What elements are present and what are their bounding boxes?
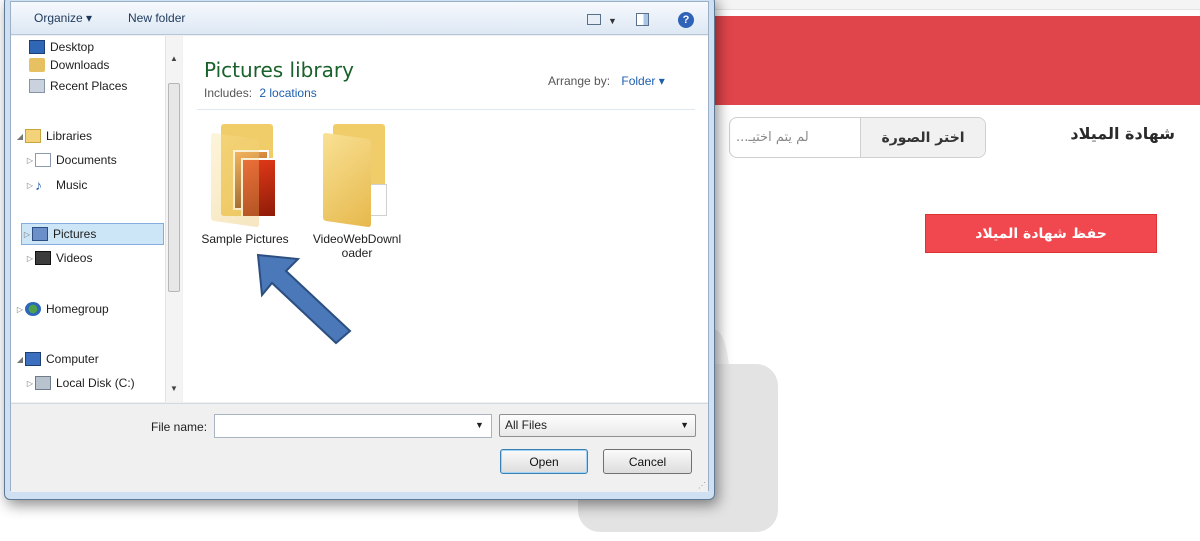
nav-label: Pictures: [53, 227, 97, 241]
nav-item-downloads[interactable]: Downloads: [29, 54, 109, 76]
computer-icon: [25, 352, 41, 366]
downloads-icon: [29, 58, 45, 72]
videos-icon: [35, 251, 51, 265]
birth-certificate-label: شهادة الميلاد: [1070, 124, 1175, 143]
preview-pane-icon[interactable]: [636, 13, 649, 26]
folder-label: Sample Pictures: [201, 232, 289, 246]
collapsed-arrow-icon[interactable]: ▷: [25, 379, 35, 388]
dialog-footer: File name: ▼ All Files ▼ Open Cancel ⋰: [11, 403, 708, 492]
pictures-icon: [32, 227, 48, 241]
file-type-value: All Files: [505, 418, 548, 432]
folder-label-line1: VideoWebDownl: [312, 232, 402, 246]
folder-video-web-downloader[interactable]: VideoWebDownl oader: [307, 122, 407, 260]
scroll-down-icon[interactable]: ▼: [170, 384, 178, 393]
file-name-input[interactable]: [214, 414, 492, 438]
header-divider: [197, 109, 695, 110]
dialog-toolbar: Organize ▾ New folder ▼ ?: [11, 2, 708, 35]
views-dropdown-icon[interactable]: ▼: [608, 13, 617, 29]
nav-item-pictures[interactable]: ▷ Pictures: [21, 223, 164, 245]
open-button[interactable]: Open: [500, 449, 588, 474]
arrange-by: Arrange by: Folder ▾: [548, 74, 665, 88]
library-title: Pictures library: [204, 58, 354, 82]
nav-item-recent-places[interactable]: Recent Places: [29, 75, 127, 97]
includes-label: Includes:: [204, 86, 253, 100]
folder-icon: [323, 122, 391, 228]
nav-label: Libraries: [46, 129, 93, 143]
cancel-button[interactable]: Cancel: [603, 449, 692, 474]
desktop-icon: [29, 40, 45, 54]
file-status-text: لم يتم اختيـ...: [736, 130, 809, 145]
nav-item-computer[interactable]: ◢ Computer: [15, 348, 99, 370]
libraries-icon: [25, 129, 41, 143]
local-disk-icon: [35, 376, 51, 390]
file-type-select[interactable]: All Files ▼: [499, 414, 696, 437]
open-file-dialog: Organize ▾ New folder ▼ ? Desktop Downlo…: [4, 0, 715, 500]
page-header-banner: [708, 16, 1200, 105]
nav-label: Local Disk (C:): [56, 376, 135, 390]
scroll-up-icon[interactable]: ▲: [170, 54, 178, 63]
nav-label: Desktop: [50, 40, 95, 54]
collapsed-arrow-icon[interactable]: ▷: [25, 156, 35, 165]
page-top-strip: [715, 0, 1200, 10]
pictures-folder-icon: [211, 122, 279, 228]
nav-label: Downloads: [50, 58, 110, 72]
organize-button[interactable]: Organize ▾: [34, 11, 92, 25]
arrange-by-label: Arrange by:: [548, 74, 611, 88]
nav-item-videos[interactable]: ▷ Videos: [25, 247, 92, 269]
nav-scrollbar[interactable]: ▲ ▼: [165, 36, 182, 402]
annotation-arrow-icon: [256, 253, 352, 345]
file-list-pane: Pictures library Includes: 2 locations A…: [183, 36, 708, 402]
file-upload-control[interactable]: اختر الصورة لم يتم اختيـ...: [729, 117, 986, 158]
file-name-label: File name:: [151, 420, 208, 434]
nav-scrollbar-thumb[interactable]: [168, 83, 180, 292]
nav-label: Documents: [56, 153, 117, 167]
nav-item-homegroup[interactable]: ▷ Homegroup: [15, 298, 109, 320]
new-folder-button[interactable]: New folder: [128, 11, 185, 25]
folder-sample-pictures[interactable]: Sample Pictures: [195, 122, 295, 246]
collapsed-arrow-icon[interactable]: ▷: [15, 305, 25, 314]
music-icon: ♪: [35, 177, 42, 193]
help-icon[interactable]: ?: [678, 12, 694, 28]
choose-image-button[interactable]: اختر الصورة: [860, 118, 985, 157]
nav-item-music[interactable]: ▷ ♪ Music: [25, 174, 87, 196]
recent-places-icon: [29, 79, 45, 93]
arrange-by-dropdown[interactable]: Folder ▾: [621, 74, 664, 88]
collapsed-arrow-icon[interactable]: ▷: [22, 230, 32, 239]
save-birth-certificate-button[interactable]: حفظ شهادة الميلاد: [925, 214, 1157, 253]
nav-item-libraries[interactable]: ◢ Libraries: [15, 125, 92, 147]
collapsed-arrow-icon[interactable]: ▷: [25, 181, 35, 190]
views-icon[interactable]: [587, 14, 601, 25]
file-name-dropdown-icon[interactable]: ▼: [475, 420, 484, 430]
chevron-down-icon: ▼: [680, 420, 689, 430]
nav-label: Music: [56, 178, 88, 192]
resize-grip-icon[interactable]: ⋰: [698, 481, 706, 490]
collapsed-arrow-icon[interactable]: ▷: [25, 254, 35, 263]
nav-label: Computer: [46, 352, 99, 366]
nav-label: Videos: [56, 251, 93, 265]
nav-item-local-disk[interactable]: ▷ Local Disk (C:): [25, 372, 135, 394]
navigation-pane: Desktop Downloads Recent Places ◢ Librar…: [11, 36, 182, 402]
dialog-body: Organize ▾ New folder ▼ ? Desktop Downlo…: [10, 1, 709, 492]
documents-icon: [35, 153, 51, 167]
expanded-arrow-icon[interactable]: ◢: [15, 355, 25, 364]
nav-label: Homegroup: [46, 302, 109, 316]
nav-item-documents[interactable]: ▷ Documents: [25, 149, 117, 171]
homegroup-icon: [25, 302, 41, 316]
expanded-arrow-icon[interactable]: ◢: [15, 132, 25, 141]
library-includes: Includes: 2 locations: [204, 86, 317, 100]
nav-label: Recent Places: [50, 79, 128, 93]
locations-link[interactable]: 2 locations: [259, 86, 316, 100]
